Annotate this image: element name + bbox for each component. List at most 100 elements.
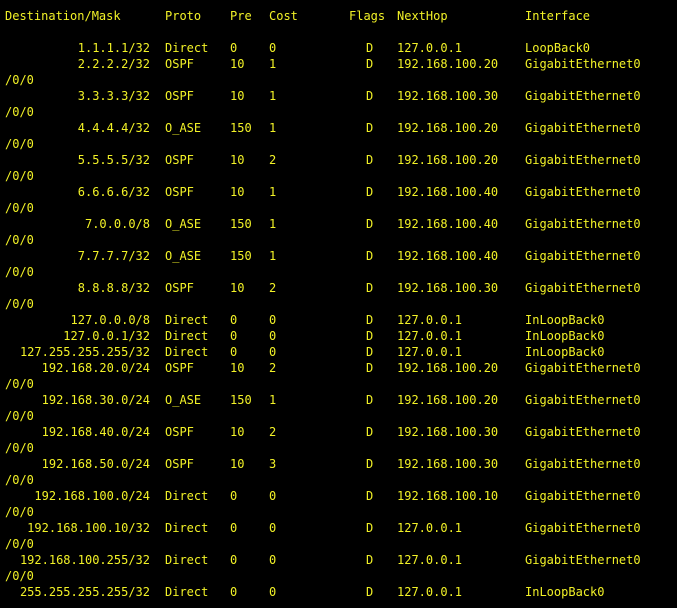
route-flags: D [366,521,374,535]
route-preference: 0 [230,521,238,535]
route-flags: D [366,41,374,55]
route-nexthop: 192.168.100.30 [397,457,499,471]
route-preference: 10 [230,185,245,199]
route-proto: Direct [165,313,209,327]
route-interface: GigabitEthernet0 [525,89,641,103]
route-interface-continuation: /0/0 [5,105,34,119]
route-interface: GigabitEthernet0 [525,249,641,263]
routing-table-header: Destination/Mask Proto Pre Cost Flags Ne… [0,8,677,24]
route-cost: 1 [269,57,277,71]
route-interface-wrap: /0/0 [0,200,677,216]
route-cost: 0 [269,345,277,359]
route-cost: 2 [269,361,277,375]
route-flags: D [366,313,374,327]
route-destination: 192.168.100.255/32 [19,553,150,567]
header-interface: Interface [525,9,591,23]
route-interface: InLoopBack0 [525,329,605,343]
header-pre: Pre [230,9,252,23]
route-cost: 1 [269,185,277,199]
route-cost: 0 [269,329,277,343]
route-interface-continuation: /0/0 [5,473,34,487]
route-interface: InLoopBack0 [525,585,605,599]
route-nexthop: 192.168.100.20 [397,153,499,167]
route-interface-continuation: /0/0 [5,441,34,455]
route-row: 255.255.255.255/32 Direct 0 0 D 127.0.0.1 InLo… [0,584,677,600]
route-destination: 4.4.4.4/32 [77,121,150,135]
route-interface-continuation: /0/0 [5,377,34,391]
route-destination: 127.0.0.0/8 [70,313,150,327]
route-cost: 0 [269,489,277,503]
route-row: 192.168.20.0/24 OSPF 10 2 D 192.168.100.20 Gig… [0,360,677,376]
route-flags: D [366,121,374,135]
route-interface-continuation: /0/0 [5,169,34,183]
route-cost: 1 [269,249,277,263]
route-flags: D [366,217,374,231]
route-nexthop: 192.168.100.40 [397,185,499,199]
header-cost: Cost [269,9,298,23]
route-destination: 5.5.5.5/32 [77,153,150,167]
route-destination: 127.255.255.255/32 [19,345,150,359]
route-preference: 10 [230,57,245,71]
route-interface-wrap: /0/0 [0,296,677,312]
route-interface: GigabitEthernet0 [525,153,641,167]
route-proto: OSPF [165,457,194,471]
route-preference: 0 [230,329,238,343]
route-preference: 10 [230,425,245,439]
route-interface: GigabitEthernet0 [525,521,641,535]
route-interface-continuation: /0/0 [5,537,34,551]
route-interface-continuation: /0/0 [5,297,34,311]
route-nexthop: 127.0.0.1 [397,329,463,343]
route-row: 7.7.7.7/32 O_ASE 150 1 D 192.168.100.40 Gigabi… [0,248,677,264]
route-flags: D [366,585,374,599]
route-destination: 192.168.40.0/24 [41,425,150,439]
route-cost: 2 [269,153,277,167]
route-flags: D [366,281,374,295]
route-preference: 0 [230,553,238,567]
route-flags: D [366,361,374,375]
route-cost: 0 [269,41,277,55]
route-proto: Direct [165,41,209,55]
route-interface: GigabitEthernet0 [525,121,641,135]
route-preference: 10 [230,281,245,295]
route-nexthop: 192.168.100.30 [397,89,499,103]
route-nexthop: 192.168.100.30 [397,281,499,295]
route-cost: 1 [269,217,277,231]
route-interface: GigabitEthernet0 [525,281,641,295]
route-flags: D [366,89,374,103]
route-row: 192.168.30.0/24 O_ASE 150 1 D 192.168.100.20 G… [0,392,677,408]
route-nexthop: 192.168.100.20 [397,361,499,375]
route-proto: O_ASE [165,217,202,231]
route-cost: 0 [269,585,277,599]
route-row: 127.255.255.255/32 Direct 0 0 D 127.0.0.1 InLo… [0,344,677,360]
route-flags: D [366,553,374,567]
route-flags: D [366,489,374,503]
route-preference: 10 [230,153,245,167]
route-row: 8.8.8.8/32 OSPF 10 2 D 192.168.100.30 GigabitE… [0,280,677,296]
route-proto: OSPF [165,361,194,375]
route-flags: D [366,249,374,263]
route-nexthop: 192.168.100.10 [397,489,499,503]
route-proto: Direct [165,345,209,359]
route-interface-continuation: /0/0 [5,409,34,423]
route-interface-continuation: /0/0 [5,233,34,247]
route-flags: D [366,393,374,407]
route-preference: 0 [230,313,238,327]
route-preference: 10 [230,361,245,375]
route-destination: 3.3.3.3/32 [77,89,150,103]
route-destination: 2.2.2.2/32 [77,57,150,71]
route-interface: InLoopBack0 [525,313,605,327]
route-preference: 0 [230,585,238,599]
route-cost: 0 [269,521,277,535]
route-interface-wrap: /0/0 [0,440,677,456]
route-interface-continuation: /0/0 [5,73,34,87]
route-cost: 0 [269,553,277,567]
route-destination: 255.255.255.255/32 [19,585,150,599]
route-interface: GigabitEthernet0 [525,553,641,567]
terminal-window[interactable]: Destination/Mask Proto Pre Cost Flags Ne… [0,0,677,608]
route-interface-wrap: /0/0 [0,72,677,88]
route-nexthop: 192.168.100.30 [397,425,499,439]
route-cost: 3 [269,457,277,471]
route-interface: GigabitEthernet0 [525,425,641,439]
route-flags: D [366,345,374,359]
route-preference: 150 [230,393,252,407]
